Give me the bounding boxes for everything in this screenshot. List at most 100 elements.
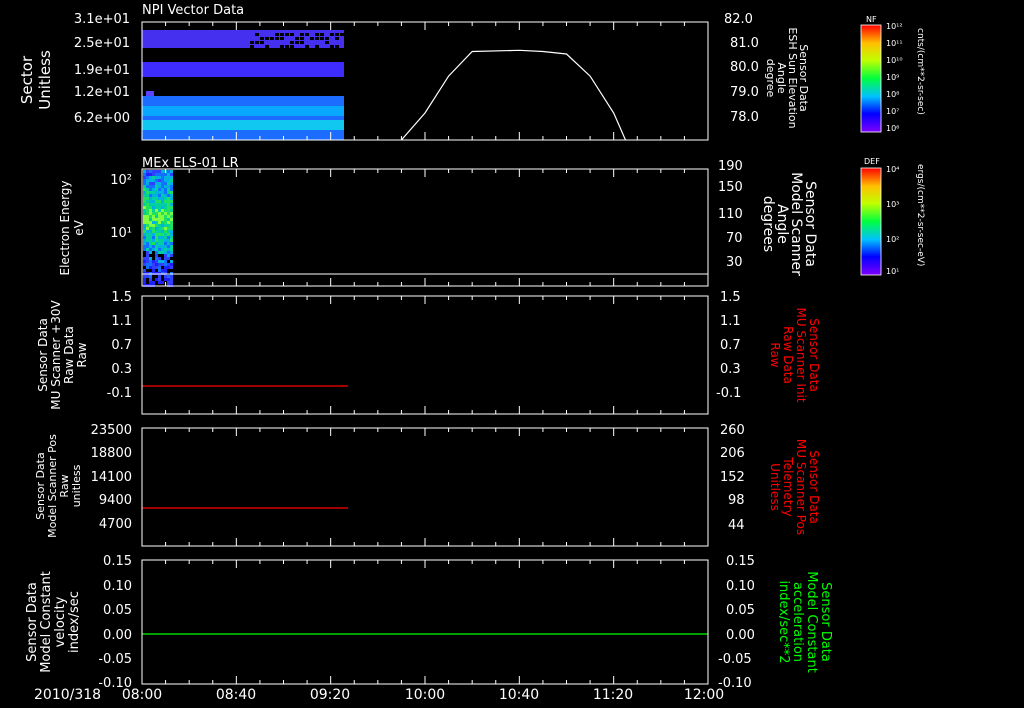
time-tick-label: 12:00 <box>684 687 724 703</box>
left-tick-label: 0.00 <box>103 628 132 643</box>
heatmap-cell <box>167 242 170 245</box>
right-tick-label: 0.05 <box>726 603 755 618</box>
heatmap-cell <box>158 173 161 176</box>
colorbar-tick: 10⁴ <box>886 165 899 174</box>
colorbar-tick: 10² <box>886 235 899 244</box>
heatmap-cell <box>170 254 173 257</box>
heatmap-cell <box>161 242 164 245</box>
heatmap-band <box>142 62 344 77</box>
heatmap-cell <box>167 203 170 206</box>
heatmap-cell <box>149 191 152 194</box>
heatmap-cell <box>164 263 167 266</box>
heatmap-cell <box>161 221 164 224</box>
heatmap-cell <box>167 182 170 185</box>
right-tick-label: 0.15 <box>726 554 755 569</box>
heatmap-cell <box>143 269 146 272</box>
heatmap-cell <box>275 33 279 36</box>
right-tick-label: 0.7 <box>720 338 741 353</box>
right-axis-title: Sensor Data Model Constant acceleration … <box>776 571 833 673</box>
left-tick-label: -0.1 <box>107 386 132 401</box>
heatmap-cell <box>300 33 304 36</box>
heatmap-cell <box>146 170 149 173</box>
heatmap-cell <box>155 197 158 200</box>
left-tick-label: 1.2e+01 <box>74 85 130 100</box>
heatmap-cell <box>143 221 146 224</box>
heatmap-cell <box>164 221 167 224</box>
heatmap-cell <box>164 275 167 278</box>
right-tick-label: 1.1 <box>720 314 741 329</box>
time-tick-label: 09:20 <box>310 687 350 703</box>
heatmap-cell <box>167 233 170 236</box>
heatmap-cell <box>164 182 167 185</box>
heatmap-cell <box>164 269 167 272</box>
heatmap-cell <box>158 248 161 251</box>
heatmap-cell <box>152 218 155 221</box>
heatmap-cell <box>164 218 167 221</box>
heatmap-cell <box>161 236 164 239</box>
axis-title-line: Unitless <box>768 463 782 511</box>
heatmap-cell <box>143 230 146 233</box>
heatmap-cell <box>300 37 304 40</box>
time-tick-label: 10:00 <box>405 687 445 703</box>
colorbar-tick: 10⁶ <box>886 124 899 133</box>
axis-title-line: Telemetry <box>781 456 795 516</box>
heatmap-cell <box>155 266 158 269</box>
heatmap-cell <box>149 197 152 200</box>
colorbar-tick: 10⁸ <box>886 90 899 99</box>
heatmap-cell <box>161 209 164 212</box>
heatmap-cell <box>149 239 152 242</box>
heatmap-cell <box>146 203 149 206</box>
heatmap-cell <box>158 188 161 191</box>
heatmap-cell <box>158 191 161 194</box>
heatmap-cell <box>167 209 170 212</box>
heatmap-cell <box>155 257 158 260</box>
heatmap-cell <box>170 191 173 194</box>
heatmap-cell <box>146 218 149 221</box>
heatmap-cell <box>143 173 146 176</box>
heatmap-cell <box>152 209 155 212</box>
heatmap-cell <box>155 245 158 248</box>
heatmap-cell <box>170 263 173 266</box>
axis-title-line: velocity <box>53 596 68 647</box>
left-tick-label: 1.1 <box>111 314 132 329</box>
heatmap-cell <box>143 227 146 230</box>
time-tick-label: 08:40 <box>216 687 256 703</box>
right-tick-label: 44 <box>728 518 745 533</box>
heatmap-cell <box>146 239 149 242</box>
heatmap-cell <box>170 248 173 251</box>
heatmap-cell <box>146 275 149 278</box>
heatmap-cell <box>143 218 146 221</box>
heatmap-cell <box>161 191 164 194</box>
heatmap-cell <box>146 194 149 197</box>
heatmap-cell <box>149 173 152 176</box>
axis-title-line: Raw Data <box>781 326 795 384</box>
heatmap-cell <box>315 33 319 36</box>
heatmap-cell <box>275 37 279 40</box>
heatmap-cell <box>167 188 170 191</box>
heatmap-cell <box>161 200 164 203</box>
heatmap-cell <box>146 212 149 215</box>
heatmap-cell <box>280 37 284 40</box>
heatmap-cell <box>158 209 161 212</box>
heatmap-cell <box>155 194 158 197</box>
heatmap-cell <box>146 236 149 239</box>
left-tick-label: 4700 <box>99 517 132 532</box>
heatmap-cell <box>161 263 164 266</box>
heatmap-cell <box>155 278 158 281</box>
heatmap-cell <box>170 197 173 200</box>
heatmap-cell <box>152 281 155 284</box>
heatmap-cell <box>320 37 324 40</box>
left-tick-label: 1.9e+01 <box>74 63 130 78</box>
heatmap-cell <box>152 170 155 173</box>
heatmap-cell <box>335 33 339 36</box>
heatmap-cell <box>146 257 149 260</box>
heatmap-cell <box>285 45 289 48</box>
heatmap-cell <box>161 245 164 248</box>
heatmap-cell <box>170 278 173 281</box>
heatmap-cell <box>161 218 164 221</box>
date-label: 2010/318 <box>34 687 101 703</box>
heatmap-cell <box>152 230 155 233</box>
heatmap-band <box>142 96 344 140</box>
heatmap-cell <box>149 278 152 281</box>
heatmap-cell <box>164 230 167 233</box>
